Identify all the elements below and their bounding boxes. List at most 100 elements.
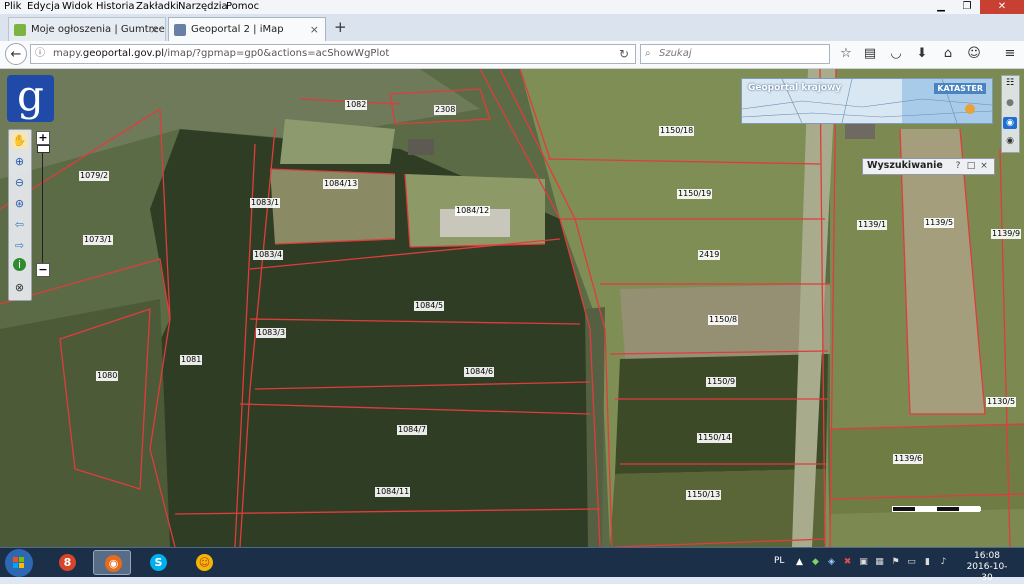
url-text: mapy.geoportal.gov.pl/imap/?gpmap=gp0&ac… <box>53 48 390 59</box>
home-icon[interactable]: ⌂ <box>940 46 956 62</box>
pan-hand-icon[interactable]: ✋ <box>11 132 28 149</box>
menu-zakladki[interactable]: Zakładki <box>136 1 179 12</box>
info-icon[interactable]: i <box>13 258 26 271</box>
next-view-icon[interactable]: ⇨ <box>11 237 28 254</box>
close-window-button[interactable]: ✕ <box>980 0 1024 14</box>
parcel-label: 1150/14 <box>697 433 733 443</box>
zoom-out-icon[interactable]: ⊖ <box>11 174 28 191</box>
tray-app-icon[interactable]: ▣ <box>858 557 869 568</box>
zoom-extent-icon[interactable]: ⊛ <box>11 195 28 212</box>
menu-pomoc[interactable]: Pomoc <box>226 1 259 12</box>
language-indicator[interactable]: PL <box>774 556 784 566</box>
parcel-label: 1139/5 <box>924 218 955 228</box>
parcel-label: 1081 <box>180 355 203 365</box>
menu-widok[interactable]: Widok <box>62 1 93 12</box>
zoom-minus-button[interactable]: − <box>36 263 50 277</box>
start-button[interactable] <box>5 549 33 577</box>
tray-app-icon[interactable]: ◆ <box>810 557 821 568</box>
search-window[interactable]: Wyszukiwanie ? □ × <box>862 158 995 175</box>
tray-app-icon[interactable]: ✖ <box>842 557 853 568</box>
volume-icon[interactable]: ♪ <box>938 557 949 568</box>
opera-icon: 8 <box>59 554 76 571</box>
help-icon[interactable]: ? <box>953 159 963 173</box>
parcel-label: 1139/6 <box>893 454 924 464</box>
parcel-label: 2308 <box>434 105 457 115</box>
menu-bar: Plik Edycja Widok Historia Zakładki Narz… <box>0 0 1024 14</box>
scale-bar <box>892 506 981 512</box>
menu-plik[interactable]: Plik <box>4 1 21 12</box>
parcel-label: 1084/7 <box>397 425 428 435</box>
back-button[interactable]: ← <box>5 43 27 65</box>
zoom-slider[interactable]: + − <box>36 131 50 279</box>
previous-view-icon[interactable]: ⇦ <box>11 216 28 233</box>
maximize-button[interactable]: ❐ <box>954 0 980 14</box>
pocket-icon[interactable]: ◡ <box>888 46 904 62</box>
map-viewport[interactable]: 1082 2308 1150/18 1079/2 1084/13 1083/1 … <box>0 69 1024 547</box>
menu-edycja[interactable]: Edycja <box>27 1 60 12</box>
monitor-icon[interactable]: ▭ <box>906 557 917 568</box>
parcel-label: 1073/1 <box>83 235 114 245</box>
zoom-in-icon[interactable]: ⊕ <box>11 153 28 170</box>
tab-title: Geoportal 2 | iMap <box>191 24 284 35</box>
download-icon[interactable]: ⬇ <box>914 46 930 62</box>
menu-narzedzia[interactable]: Narzędzia <box>178 1 228 12</box>
taskbar-app-sun[interactable]: ☺ <box>185 550 223 575</box>
network-icon[interactable]: ▮ <box>922 557 933 568</box>
tab-close-icon[interactable]: × <box>150 18 159 42</box>
tab-gumtree[interactable]: Moje ogłoszenia | Gumtree × <box>8 17 166 41</box>
tab-geoportal[interactable]: Geoportal 2 | iMap × <box>168 17 326 41</box>
parcel-label: 1084/6 <box>464 367 495 377</box>
reading-list-icon[interactable]: ▤ <box>862 46 878 62</box>
parcel-label: 1083/3 <box>256 328 287 338</box>
parcel-label: 2419 <box>698 250 721 260</box>
layer-controls: ☷ ● ◉ ◉ <box>1001 75 1020 153</box>
light-bulb-icon[interactable]: ● <box>1003 97 1017 109</box>
parcel-label: 1139/1 <box>857 220 888 230</box>
geoportal-banner[interactable]: Geoportal krajowy KATASTER <box>741 78 993 124</box>
menu-historia[interactable]: Historia <box>96 1 135 12</box>
eye-active-icon[interactable]: ◉ <box>1003 117 1017 129</box>
clear-icon[interactable]: ⊗ <box>11 279 28 296</box>
zoom-plus-button[interactable]: + <box>36 131 50 145</box>
parcel-label: 1130/5 <box>986 397 1017 407</box>
tab-close-icon[interactable]: × <box>310 18 319 42</box>
search-input[interactable]: ⌕ Szukaj <box>640 44 830 64</box>
parcel-label: 1150/8 <box>708 315 739 325</box>
search-placeholder: Szukaj <box>659 48 692 59</box>
zoom-thumb[interactable] <box>37 145 50 153</box>
close-icon[interactable]: × <box>979 159 989 173</box>
parcel-label: 1084/11 <box>375 487 411 497</box>
geoportal-logo[interactable]: g <box>7 75 54 122</box>
info-icon[interactable]: ⓘ <box>35 45 45 63</box>
restore-icon[interactable]: □ <box>966 159 976 173</box>
tray-app-icon[interactable]: ▦ <box>874 557 885 568</box>
taskbar-app-opera[interactable]: 8 <box>48 550 86 575</box>
layers-icon[interactable]: ☷ <box>1003 77 1017 89</box>
bookmark-star-icon[interactable]: ☆ <box>838 46 854 62</box>
zoom-track[interactable] <box>42 145 43 263</box>
clock[interactable]: 16:08 2016-10-30 <box>966 551 1008 584</box>
tray-app-icon[interactable]: ◈ <box>826 557 837 568</box>
taskbar-app-skype[interactable]: S <box>139 550 177 575</box>
parcel-label: 1082 <box>345 100 368 110</box>
hamburger-menu-icon[interactable]: ≡ <box>1002 46 1018 62</box>
eye-icon[interactable]: ◉ <box>1003 135 1017 147</box>
navigation-bar: ← ⓘ mapy.geoportal.gov.pl/imap/?gpmap=gp… <box>0 41 1024 69</box>
tab-title: Moje ogłoszenia | Gumtree <box>31 24 165 35</box>
chat-icon[interactable]: ☺ <box>966 46 982 62</box>
address-bar[interactable]: ⓘ mapy.geoportal.gov.pl/imap/?gpmap=gp0&… <box>30 44 636 64</box>
search-icon: ⌕ <box>645 48 651 59</box>
new-tab-button[interactable]: + <box>334 18 347 36</box>
flag-icon[interactable]: ⚑ <box>890 557 901 568</box>
gumtree-favicon-icon <box>14 24 26 36</box>
window-controls: ▁ ❐ ✕ <box>928 0 1024 14</box>
parcel-label: 1150/19 <box>677 189 713 199</box>
parcel-label: 1150/18 <box>659 126 695 136</box>
tray-expand-icon[interactable]: ▲ <box>794 557 805 568</box>
reload-icon[interactable]: ↻ <box>619 45 629 63</box>
taskbar-app-firefox[interactable]: ◉ <box>93 550 131 575</box>
parcel-label: 1150/13 <box>686 490 722 500</box>
minimize-button[interactable]: ▁ <box>928 0 954 14</box>
firefox-icon: ◉ <box>105 555 122 572</box>
system-tray: PL ▲ ◆ ◈ ✖ ▣ ▦ ⚑ ▭ ▮ ♪ 16:08 2016-10-30 <box>770 548 1024 583</box>
